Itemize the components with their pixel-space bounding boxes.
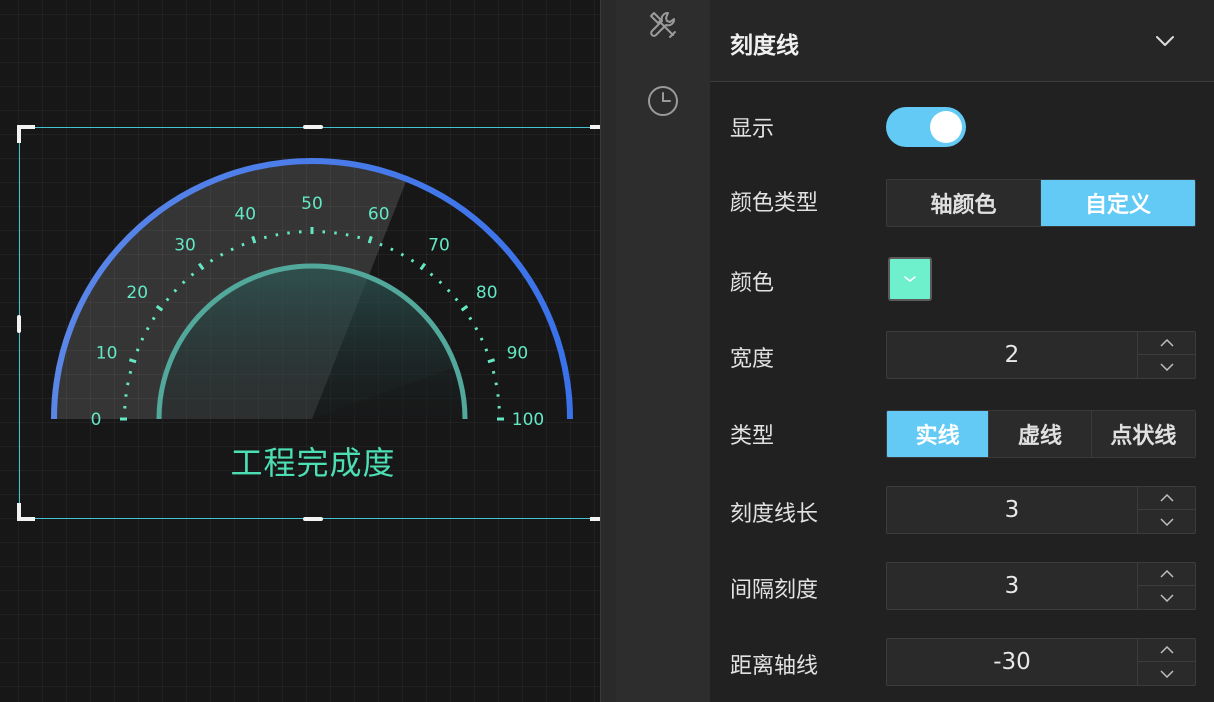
resize-handle-left[interactable] — [17, 315, 21, 333]
row-axis-distance: 距离轴线 -30 — [710, 638, 1214, 688]
interval-stepper[interactable]: 3 — [886, 562, 1196, 610]
interval-value[interactable]: 3 — [887, 563, 1137, 609]
width-label: 宽度 — [730, 347, 775, 372]
resize-handle-top[interactable] — [303, 125, 323, 129]
row-color: 颜色 — [710, 257, 1214, 307]
axis-distance-decrement[interactable] — [1138, 662, 1196, 685]
resize-handle-bottom-left[interactable] — [17, 503, 35, 521]
width-decrement[interactable] — [1138, 355, 1196, 378]
resize-handle-bottom-right[interactable] — [590, 503, 600, 521]
line-type-dashed-option[interactable]: 虚线 — [989, 411, 1092, 457]
clock-icon[interactable] — [646, 84, 680, 118]
tick-length-stepper[interactable]: 3 — [886, 486, 1196, 534]
color-picker[interactable] — [888, 257, 932, 301]
chevron-down-icon — [1160, 669, 1174, 678]
axis-distance-stepper[interactable]: -30 — [886, 638, 1196, 686]
show-label: 显示 — [730, 117, 775, 142]
section-title: 刻度线 — [730, 33, 799, 59]
axis-distance-value[interactable]: -30 — [887, 639, 1137, 685]
axis-distance-increment[interactable] — [1138, 639, 1196, 662]
interval-label: 间隔刻度 — [730, 578, 819, 603]
chevron-up-icon — [1160, 646, 1174, 654]
chevron-down-icon — [1160, 593, 1174, 602]
tick-length-value[interactable]: 3 — [887, 487, 1137, 533]
canvas[interactable]: 0 10 20 30 40 50 60 70 80 90 100 工程完成度 — [0, 0, 600, 702]
chevron-down-icon — [1160, 362, 1174, 371]
chevron-down-icon — [904, 276, 916, 282]
width-value[interactable]: 2 — [887, 332, 1137, 378]
row-type: 类型 实线 虚线 点状线 — [710, 410, 1214, 460]
interval-decrement[interactable] — [1138, 586, 1196, 609]
tool-rail — [616, 0, 710, 702]
line-type-dotted-option[interactable]: 点状线 — [1091, 411, 1195, 457]
type-label: 类型 — [730, 424, 775, 449]
selection-box[interactable] — [17, 125, 600, 521]
width-increment[interactable] — [1138, 332, 1196, 355]
row-width: 宽度 2 — [710, 331, 1214, 381]
chevron-down-icon — [1160, 517, 1174, 526]
resize-handle-top-left[interactable] — [17, 125, 35, 143]
chevron-up-icon — [1160, 339, 1174, 347]
property-panel: 刻度线 显示 颜色类型 轴颜色 自定义 颜色 宽度 2 类型 实线 虚线 点状线… — [710, 0, 1214, 702]
line-type-solid-option[interactable]: 实线 — [887, 411, 990, 457]
tick-length-label: 刻度线长 — [730, 502, 819, 527]
color-type-axis-option[interactable]: 轴颜色 — [887, 180, 1041, 226]
section-header[interactable]: 刻度线 — [710, 0, 1214, 82]
row-tick-length: 刻度线长 3 — [710, 486, 1214, 536]
row-show: 显示 — [710, 107, 1214, 157]
chevron-up-icon — [1160, 570, 1174, 578]
toggle-knob — [930, 111, 962, 143]
show-toggle[interactable] — [886, 107, 966, 147]
resize-handle-bottom[interactable] — [303, 517, 323, 521]
panel-splitter[interactable] — [600, 0, 616, 702]
color-type-custom-option[interactable]: 自定义 — [1041, 180, 1195, 226]
tick-length-decrement[interactable] — [1138, 510, 1196, 533]
color-label: 颜色 — [730, 271, 775, 296]
tick-length-increment[interactable] — [1138, 487, 1196, 510]
row-interval: 间隔刻度 3 — [710, 562, 1214, 612]
color-type-segmented: 轴颜色 自定义 — [886, 179, 1196, 227]
row-color-type: 颜色类型 轴颜色 自定义 — [710, 179, 1214, 229]
axis-distance-label: 距离轴线 — [730, 654, 819, 679]
resize-handle-top-right[interactable] — [590, 125, 600, 143]
chevron-up-icon — [1160, 494, 1174, 502]
width-stepper[interactable]: 2 — [886, 331, 1196, 379]
wrench-screwdriver-icon[interactable] — [646, 8, 680, 42]
line-type-segmented: 实线 虚线 点状线 — [886, 410, 1196, 458]
chevron-down-icon[interactable] — [1154, 30, 1176, 52]
color-type-label: 颜色类型 — [730, 191, 819, 216]
interval-increment[interactable] — [1138, 563, 1196, 586]
